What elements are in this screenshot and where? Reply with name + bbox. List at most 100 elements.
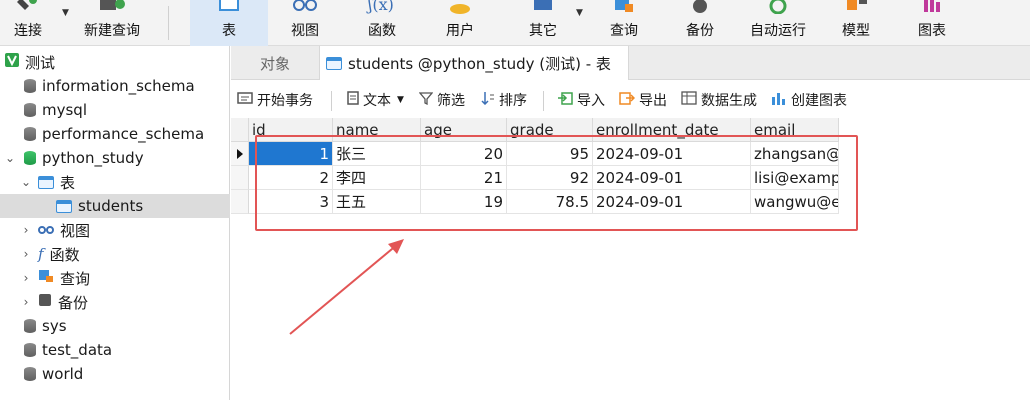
sidebar-item-connection[interactable]: 测试 — [0, 50, 230, 74]
table-cell[interactable]: 21 — [421, 166, 507, 190]
sidebar-item-label: performance_schema — [42, 125, 205, 143]
table-button[interactable]: 表 — [190, 0, 268, 46]
row-marker[interactable] — [231, 142, 249, 166]
chevron-down-icon[interactable]: ⌄ — [4, 151, 16, 165]
table-cell[interactable]: wangwu@e — [751, 190, 839, 214]
column-header-age[interactable]: age — [421, 118, 507, 142]
row-marker[interactable] — [231, 166, 249, 190]
query-button[interactable]: 查询 — [596, 0, 652, 46]
table-cell[interactable]: 20 — [421, 142, 507, 166]
create-chart-button[interactable]: 创建图表 — [771, 80, 847, 120]
import-icon — [557, 91, 573, 109]
text-view-button[interactable]: 文本 ▼ — [347, 80, 404, 120]
table-cell[interactable]: 78.5 — [507, 190, 593, 214]
connect-button[interactable]: 连接 — [0, 0, 56, 46]
table-cell[interactable]: 2024-09-01 — [593, 166, 751, 190]
column-header-grade[interactable]: grade — [507, 118, 593, 142]
sidebar-item-label: 测试 — [25, 53, 56, 72]
sidebar-item-performance-schema[interactable]: performance_schema — [0, 122, 230, 146]
chevron-down-icon[interactable]: ⌄ — [20, 175, 32, 189]
chart-button[interactable]: 图表 — [904, 0, 960, 46]
database-icon — [24, 367, 36, 381]
sidebar-item-views[interactable]: › 视图 — [0, 218, 230, 242]
sidebar-item-tables[interactable]: ⌄ 表 — [0, 170, 230, 194]
chevron-right-icon[interactable]: › — [20, 271, 32, 285]
table-cell[interactable]: 19 — [421, 190, 507, 214]
filter-label: 筛选 — [437, 93, 465, 109]
plug-icon — [13, 0, 43, 20]
svg-text:ʃ(x): ʃ(x) — [366, 0, 394, 14]
sidebar-item-label: mysql — [42, 101, 87, 119]
table-cell[interactable]: zhangsan@e — [751, 142, 839, 166]
table-cell[interactable]: 92 — [507, 166, 593, 190]
model-button[interactable]: 模型 — [828, 0, 884, 46]
sort-icon — [481, 91, 495, 109]
sidebar-item-label: information_schema — [42, 77, 195, 95]
backup-icon — [685, 0, 715, 18]
import-label: 导入 — [577, 93, 605, 109]
row-header-corner — [231, 118, 249, 142]
data-generate-icon — [681, 91, 697, 109]
row-marker[interactable] — [231, 190, 249, 214]
sidebar-item-information-schema[interactable]: information_schema — [0, 74, 230, 98]
column-header-name[interactable]: name — [333, 118, 421, 142]
table-cell[interactable]: 张三 — [333, 142, 421, 166]
tab-students-table[interactable]: students @python_study (测试) - 表 — [319, 46, 629, 80]
function-button[interactable]: ʃ(x) 函数 — [352, 0, 412, 46]
view-glasses-icon — [288, 0, 322, 18]
backup-button[interactable]: 备份 — [672, 0, 728, 46]
main-toolbar: 连接 ▼ 新建查询 表 视图 ʃ(x) 函数 用户 其它 ▼ 查询 备份 自动运… — [0, 0, 1030, 46]
automation-button[interactable]: 自动运行 — [744, 0, 812, 46]
chevron-down-icon: ▼ — [397, 95, 404, 105]
other-button[interactable]: 其它 — [514, 0, 572, 46]
sidebar-item-queries[interactable]: › 查询 — [0, 266, 230, 290]
chevron-right-icon[interactable]: › — [20, 295, 32, 309]
other-dropdown-caret-icon[interactable]: ▼ — [576, 8, 583, 18]
sidebar-item-functions[interactable]: › f 函数 — [0, 242, 230, 266]
table-cell[interactable]: 2 — [249, 166, 333, 190]
sidebar-item-sys[interactable]: sys — [0, 314, 230, 338]
begin-transaction-label: 开始事务 — [257, 93, 313, 109]
tab-bar: 对象 students @python_study (测试) - 表 — [231, 46, 1030, 80]
column-header-email[interactable]: email — [751, 118, 839, 142]
sidebar-item-world[interactable]: world — [0, 362, 230, 386]
sidebar-item-label: 查询 — [60, 269, 91, 288]
user-button[interactable]: 用户 — [432, 0, 488, 46]
query-icon — [609, 0, 639, 18]
begin-transaction-button[interactable]: 开始事务 — [237, 80, 313, 120]
column-header-id[interactable]: id — [249, 118, 333, 142]
sidebar-item-backups[interactable]: › 备份 — [0, 290, 230, 314]
tab-objects[interactable]: 对象 — [231, 46, 319, 80]
function-icon: ʃ(x) — [364, 0, 400, 18]
new-query-button[interactable]: 新建查询 — [74, 0, 150, 46]
function-icon: f — [38, 245, 44, 263]
chart-icon — [917, 0, 947, 18]
data-generate-button[interactable]: 数据生成 — [681, 80, 757, 120]
table-cell[interactable]: 2024-09-01 — [593, 142, 751, 166]
view-button[interactable]: 视图 — [276, 0, 334, 46]
toolbar-divider — [543, 91, 544, 111]
filter-button[interactable]: 筛选 — [418, 80, 465, 120]
navigation-sidebar: 测试 information_schema mysql performance_… — [0, 46, 230, 400]
table-cell[interactable]: 王五 — [333, 190, 421, 214]
table-cell[interactable]: 1 — [249, 142, 333, 166]
sidebar-item-test-data[interactable]: test_data — [0, 338, 230, 362]
sort-button[interactable]: 排序 — [481, 80, 527, 120]
data-generate-label: 数据生成 — [701, 93, 757, 109]
table-cell[interactable]: 李四 — [333, 166, 421, 190]
sidebar-item-label: 函数 — [49, 245, 80, 264]
sidebar-item-python-study[interactable]: ⌄ python_study — [0, 146, 230, 170]
import-button[interactable]: 导入 — [557, 80, 605, 120]
connect-dropdown-caret-icon[interactable]: ▼ — [62, 8, 69, 18]
table-cell[interactable]: 3 — [249, 190, 333, 214]
sidebar-item-mysql[interactable]: mysql — [0, 98, 230, 122]
chevron-right-icon[interactable]: › — [20, 223, 32, 237]
table-cell[interactable]: 95 — [507, 142, 593, 166]
database-icon — [24, 343, 36, 357]
sidebar-item-students[interactable]: students — [0, 194, 230, 218]
chevron-right-icon[interactable]: › — [20, 247, 32, 261]
table-cell[interactable]: lisi@examp — [751, 166, 839, 190]
column-header-enrollment-date[interactable]: enrollment_date — [593, 118, 751, 142]
export-button[interactable]: 导出 — [619, 80, 667, 120]
table-cell[interactable]: 2024-09-01 — [593, 190, 751, 214]
